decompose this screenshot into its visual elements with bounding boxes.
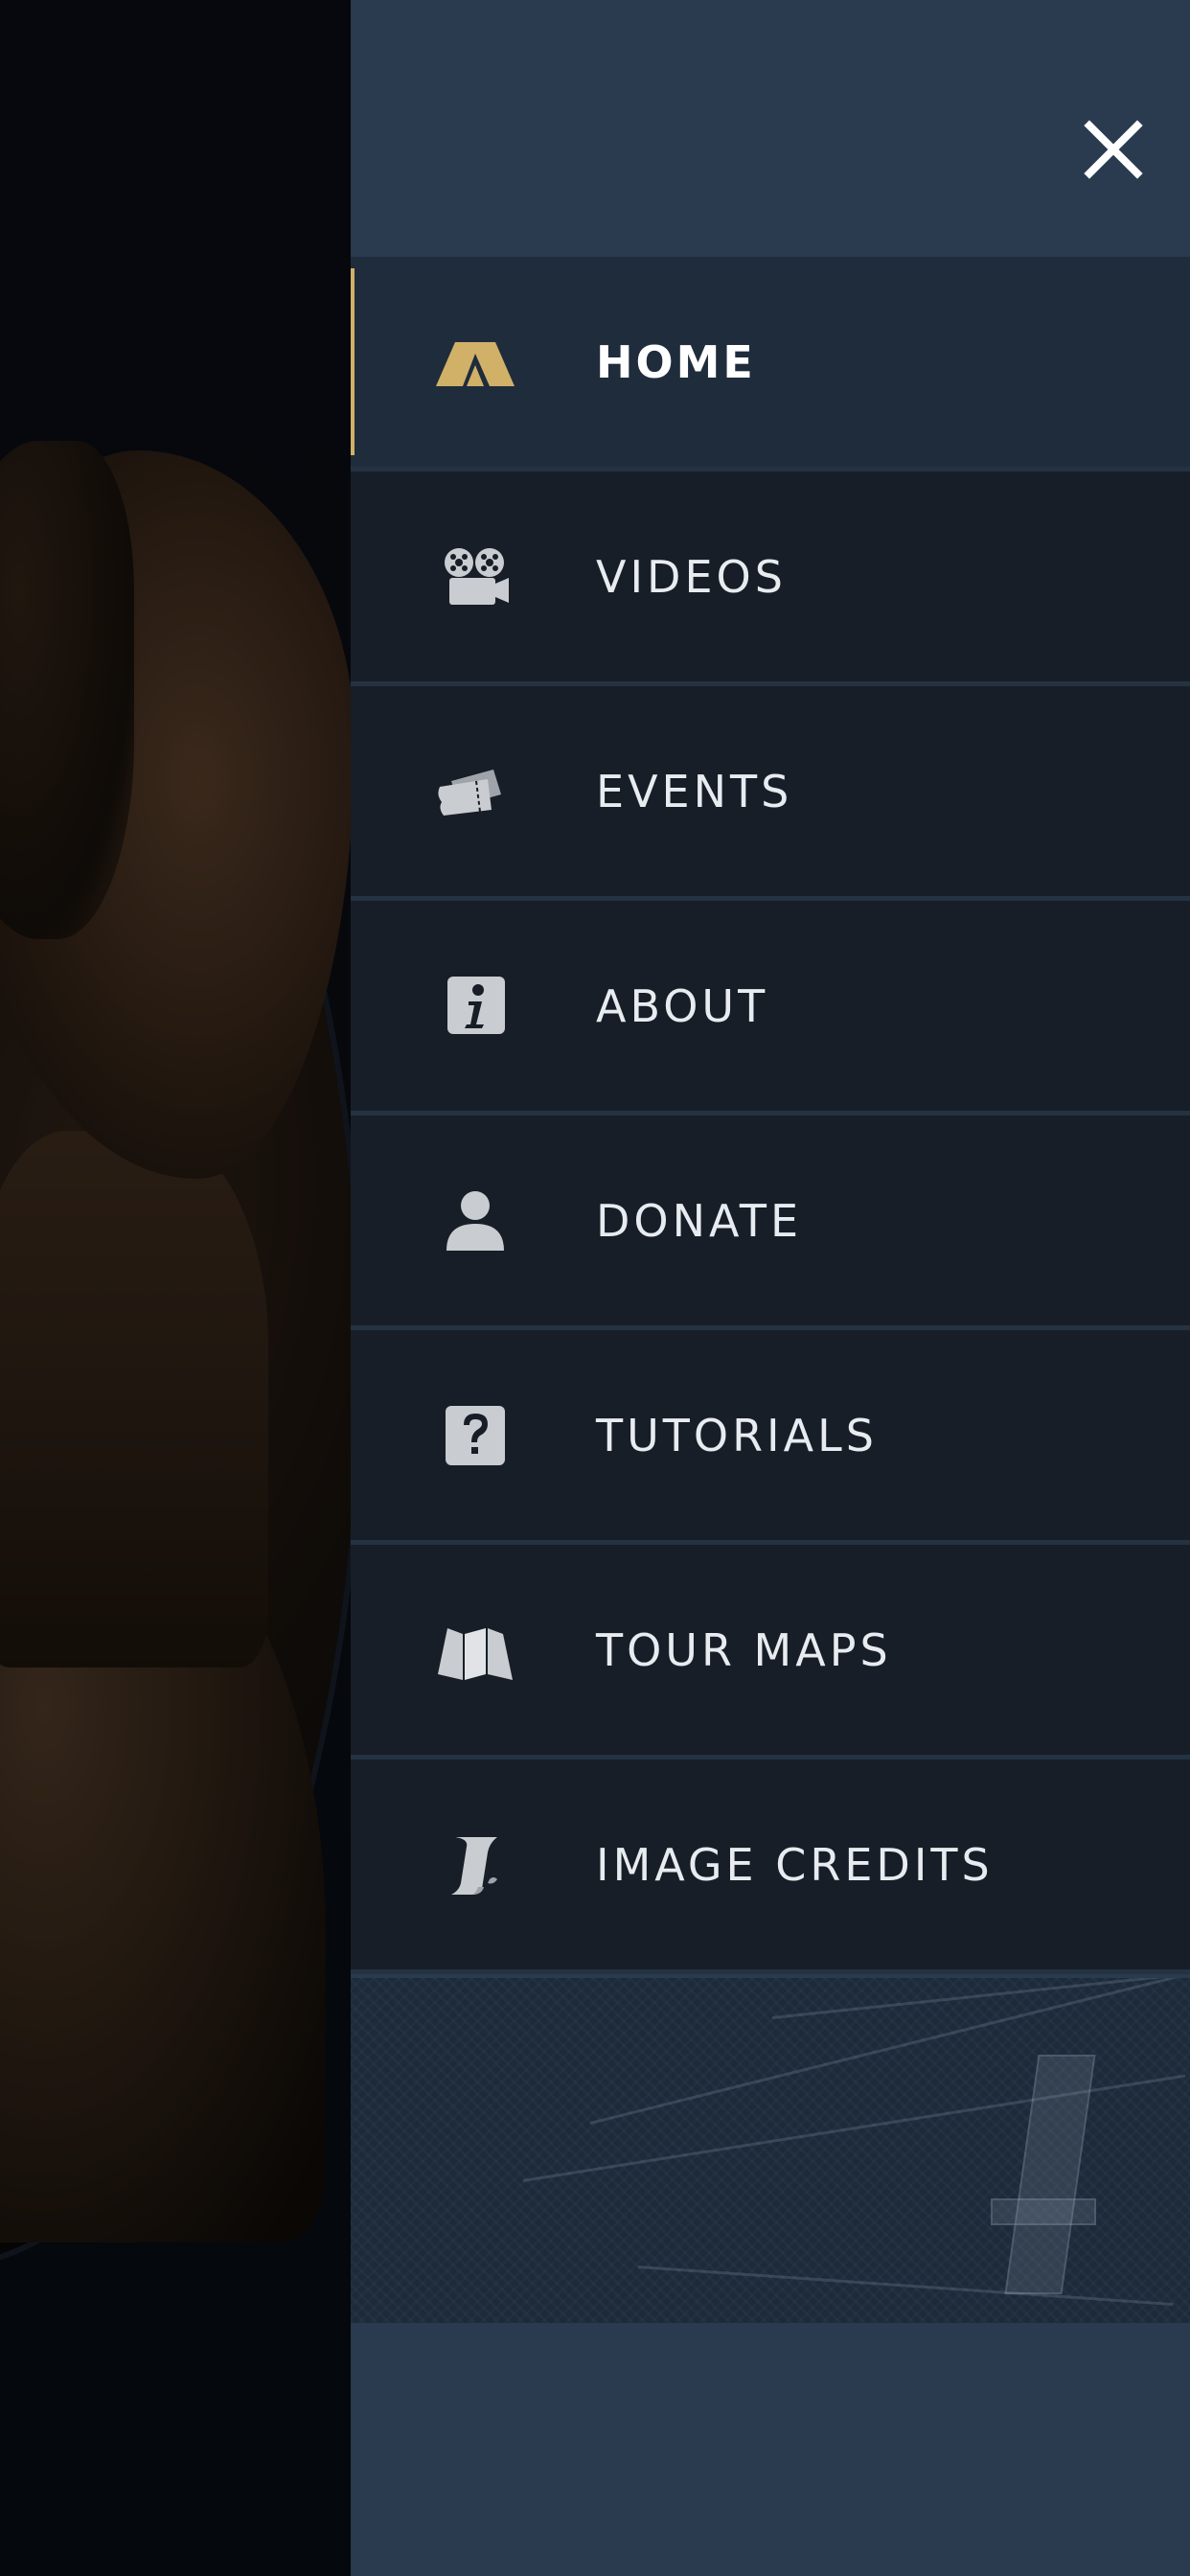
film-projector-icon — [427, 539, 523, 615]
menu-item-label: HOME — [596, 335, 756, 388]
person-icon — [427, 1183, 523, 1259]
menu-item-label: DONATE — [596, 1194, 803, 1247]
menu-item-label: VIDEOS — [596, 550, 787, 603]
decorative-map — [351, 1978, 1190, 2323]
background-photo — [0, 0, 351, 2576]
menu-item-events[interactable]: EVENTS — [351, 686, 1190, 901]
menu-item-home[interactable]: HOME — [351, 257, 1190, 472]
question-icon — [427, 1397, 523, 1474]
menu-item-donate[interactable]: DONATE — [351, 1116, 1190, 1330]
menu-item-label: TOUR MAPS — [596, 1623, 892, 1676]
menu-item-tutorials[interactable]: TUTORIALS — [351, 1330, 1190, 1545]
menu-item-label: ABOUT — [596, 979, 769, 1032]
drawer-menu: HOME VIDEOS EVENTS ABOUT DONATE TUTORIAL… — [351, 257, 1190, 1974]
menu-item-about[interactable]: ABOUT — [351, 901, 1190, 1116]
close-button[interactable] — [1079, 115, 1148, 184]
menu-item-label: TUTORIALS — [596, 1409, 878, 1461]
info-icon — [427, 968, 523, 1045]
menu-item-label: EVENTS — [596, 765, 793, 817]
tent-icon — [427, 324, 523, 401]
scroll-icon — [427, 1827, 523, 1903]
map-icon — [427, 1612, 523, 1689]
menu-item-videos[interactable]: VIDEOS — [351, 472, 1190, 686]
menu-item-tour-maps[interactable]: TOUR MAPS — [351, 1545, 1190, 1760]
menu-item-image-credits[interactable]: IMAGE CREDITS — [351, 1760, 1190, 1974]
menu-item-label: IMAGE CREDITS — [596, 1838, 994, 1891]
photo-overlay — [0, 0, 351, 2576]
close-icon — [1084, 120, 1143, 179]
drawer-footer — [351, 2323, 1190, 2576]
tickets-icon — [427, 753, 523, 830]
navigation-drawer: HOME VIDEOS EVENTS ABOUT DONATE TUTORIAL… — [351, 0, 1190, 2576]
